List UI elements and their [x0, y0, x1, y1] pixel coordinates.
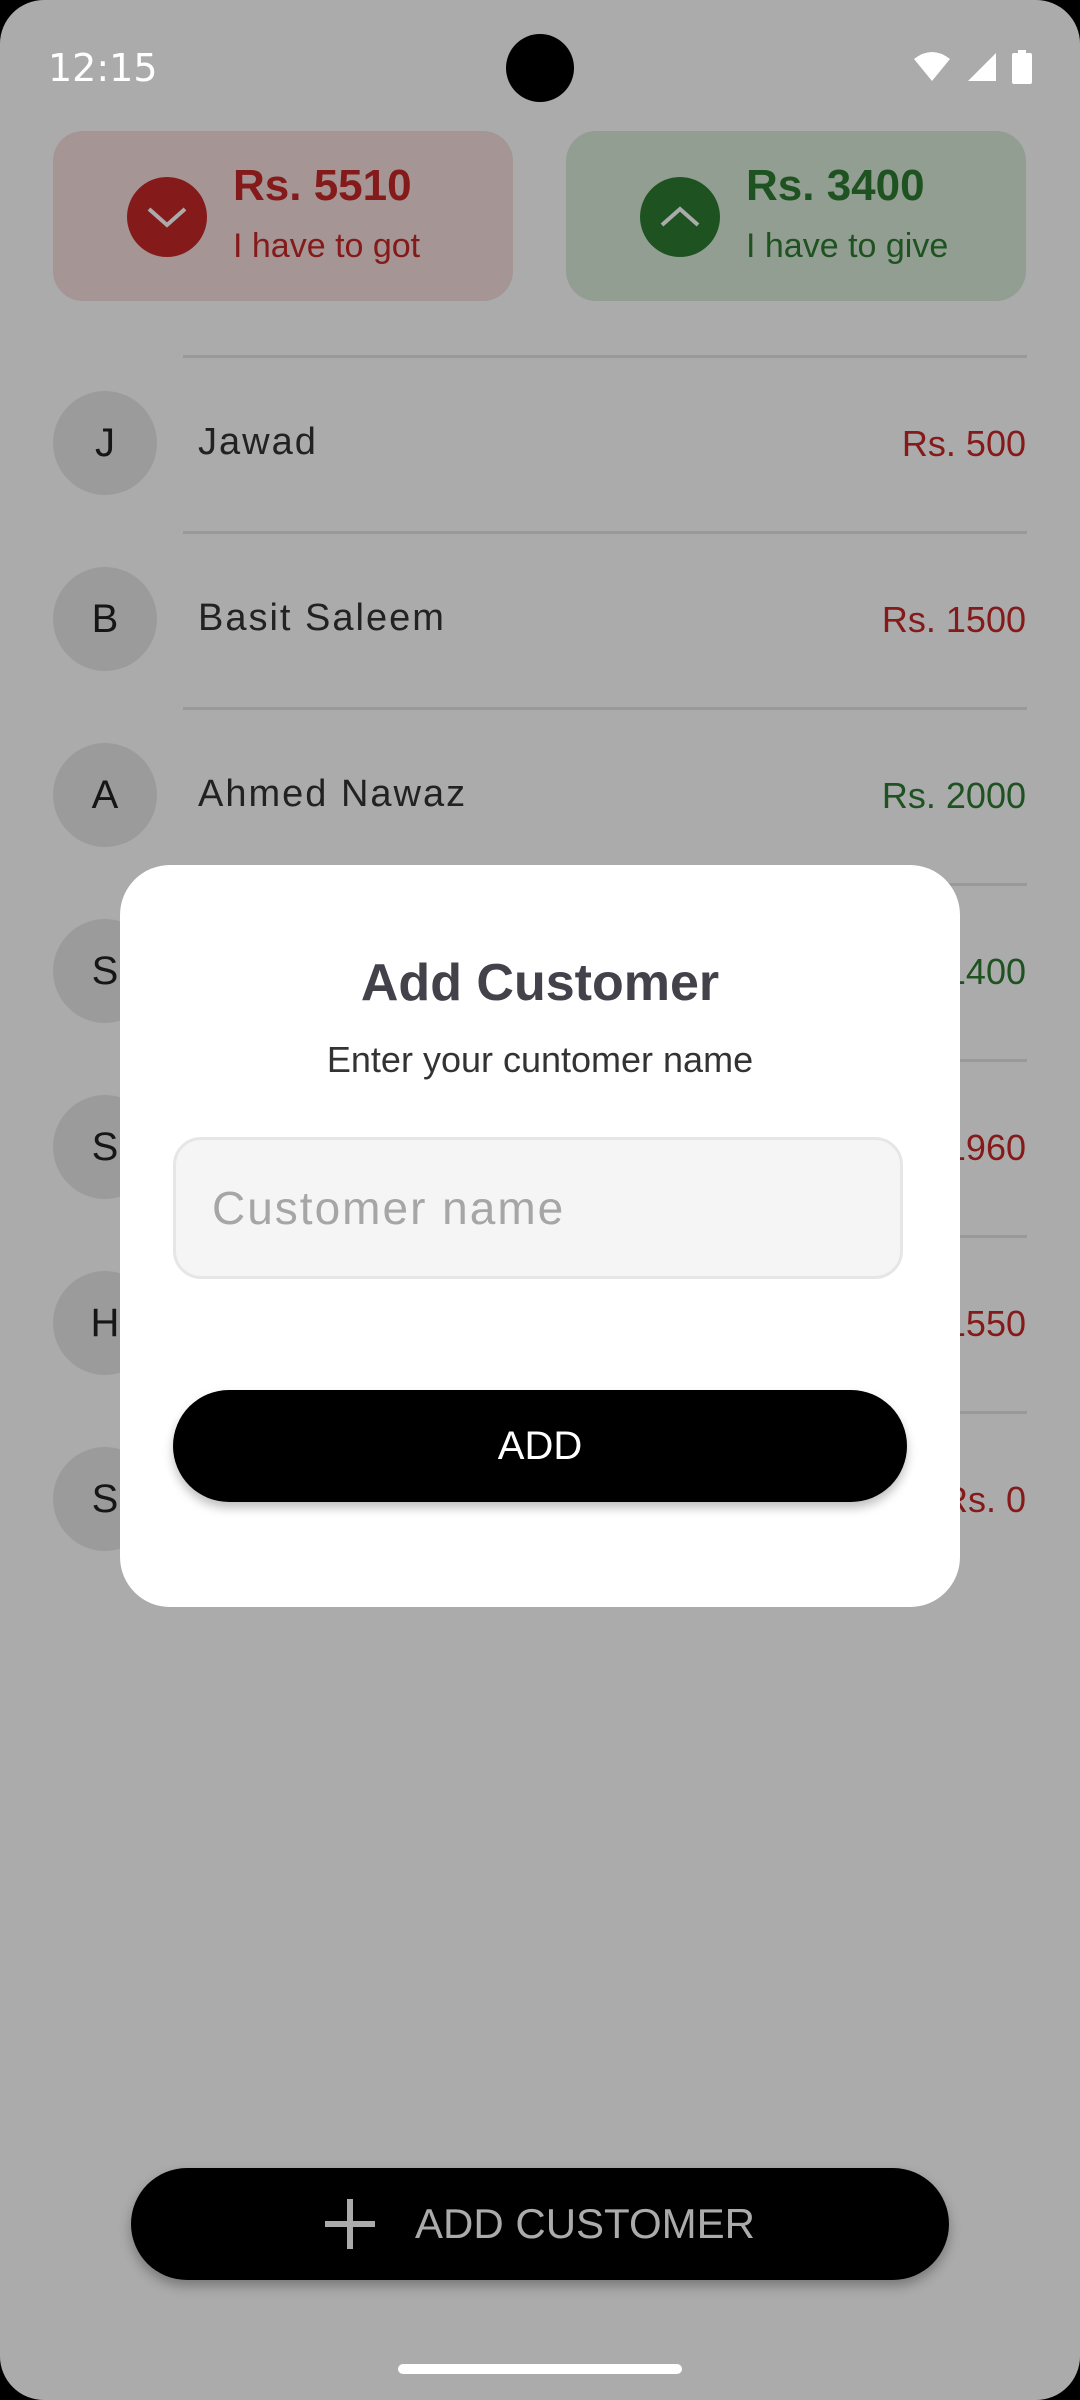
- camera-cutout: [506, 34, 574, 102]
- add-customer-dialog: Add Customer Enter your cuntomer name AD…: [120, 865, 960, 1607]
- dialog-subtitle: Enter your cuntomer name: [326, 1039, 754, 1080]
- status-time: 12:15: [48, 46, 158, 90]
- status-icons: [912, 50, 1032, 84]
- app-screen: Rs. 5510 I have to got Rs. 3400 I have t…: [0, 0, 1080, 2400]
- status-bar: 12:15: [0, 0, 1080, 140]
- customer-name-input[interactable]: [173, 1137, 903, 1279]
- wifi-icon: [912, 51, 952, 83]
- battery-icon: [1012, 50, 1032, 84]
- add-button[interactable]: ADD: [173, 1390, 907, 1502]
- signal-icon: [966, 51, 998, 83]
- home-indicator[interactable]: [398, 2364, 682, 2374]
- dialog-title: Add Customer: [360, 954, 720, 1012]
